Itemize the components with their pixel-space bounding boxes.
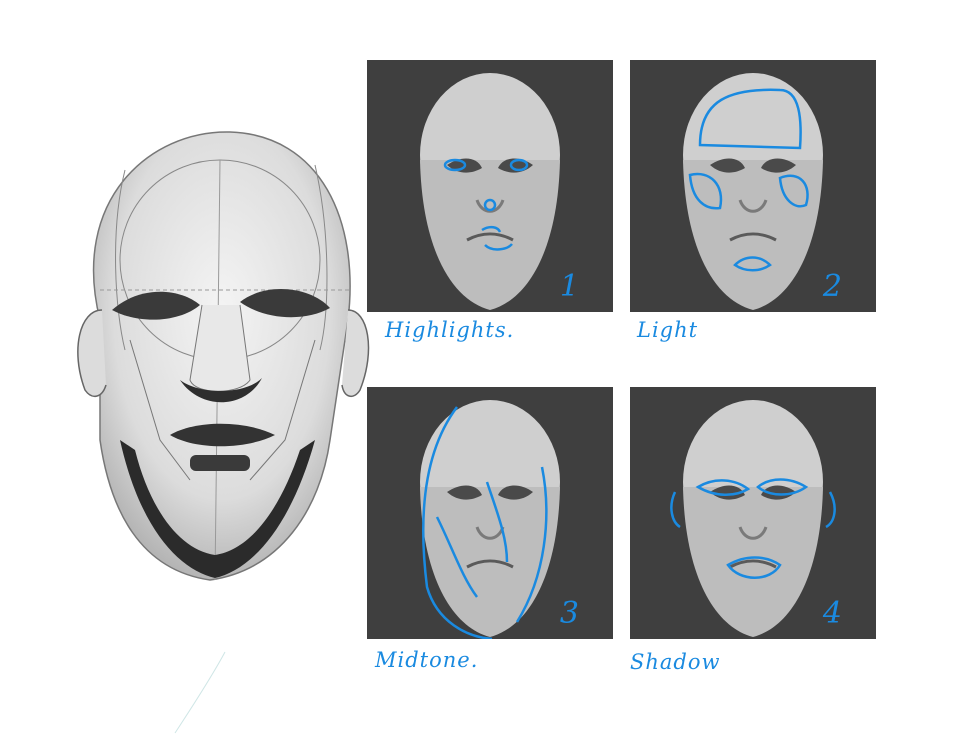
shadow-caption: Shadow <box>630 650 721 674</box>
shadow-panel: 4 <box>630 387 876 639</box>
panel-number: 1 <box>559 269 579 304</box>
panel-number: 3 <box>559 596 579 631</box>
light-panel: 2 <box>630 60 876 312</box>
highlights-caption: Highlights. <box>385 318 515 342</box>
head-construction-sketch <box>30 110 375 610</box>
highlights-panel: 1 <box>367 60 613 312</box>
midtone-caption: Midtone. <box>375 648 479 672</box>
midtone-panel: 3 <box>367 387 613 639</box>
panel-number: 2 <box>822 269 842 304</box>
light-caption: Light <box>637 318 699 342</box>
stray-pencil-stroke <box>174 651 226 734</box>
panel-number: 4 <box>822 596 842 631</box>
